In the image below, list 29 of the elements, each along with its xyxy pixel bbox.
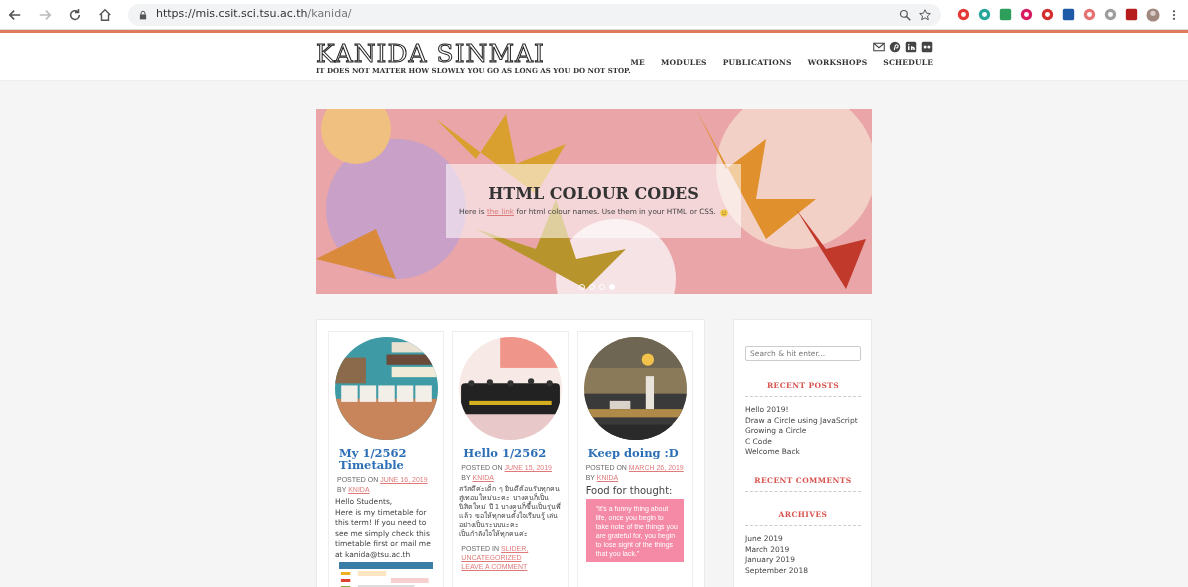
site-title[interactable]: KANIDA SINMAI: [316, 41, 631, 66]
envelope-icon[interactable]: [873, 41, 886, 53]
square-social-icon[interactable]: [905, 41, 918, 53]
url-text: https://mis.csit.sci.tsu.ac.th/kanida/: [156, 6, 352, 23]
quote-heading: Food for thought:: [585, 484, 674, 497]
pin-circle-icon[interactable]: [889, 41, 902, 53]
zoom-icon[interactable]: [899, 8, 911, 21]
back-icon[interactable]: [8, 7, 22, 22]
slide-title: HTML COLOUR CODES: [488, 183, 699, 204]
post-title[interactable]: Keep doing :D: [587, 447, 682, 460]
extension-icon[interactable]: [1020, 8, 1033, 21]
post-title[interactable]: Hello 1/2562: [463, 447, 558, 460]
star-icon[interactable]: [919, 8, 931, 21]
avatar-icon[interactable]: [1146, 7, 1160, 22]
extension-icon[interactable]: [999, 8, 1012, 21]
post-title[interactable]: My 1/2562 Timetable: [339, 447, 434, 472]
home-icon[interactable]: [98, 7, 112, 22]
address-bar[interactable]: https://mis.csit.sci.tsu.ac.th/kanida/: [128, 3, 941, 26]
square-dots-icon[interactable]: [921, 41, 934, 53]
extension-icon[interactable]: [1041, 8, 1054, 21]
extension-icon[interactable]: [957, 8, 970, 21]
reload-icon[interactable]: [68, 7, 82, 22]
slide-dot[interactable]: [609, 284, 615, 290]
lock-icon: [138, 9, 148, 20]
smiley-icon: [719, 208, 728, 217]
extension-icon[interactable]: [1083, 8, 1096, 21]
extension-icon[interactable]: [1125, 8, 1138, 21]
extension-icon[interactable]: [978, 8, 991, 21]
extension-icon[interactable]: [1062, 8, 1075, 21]
